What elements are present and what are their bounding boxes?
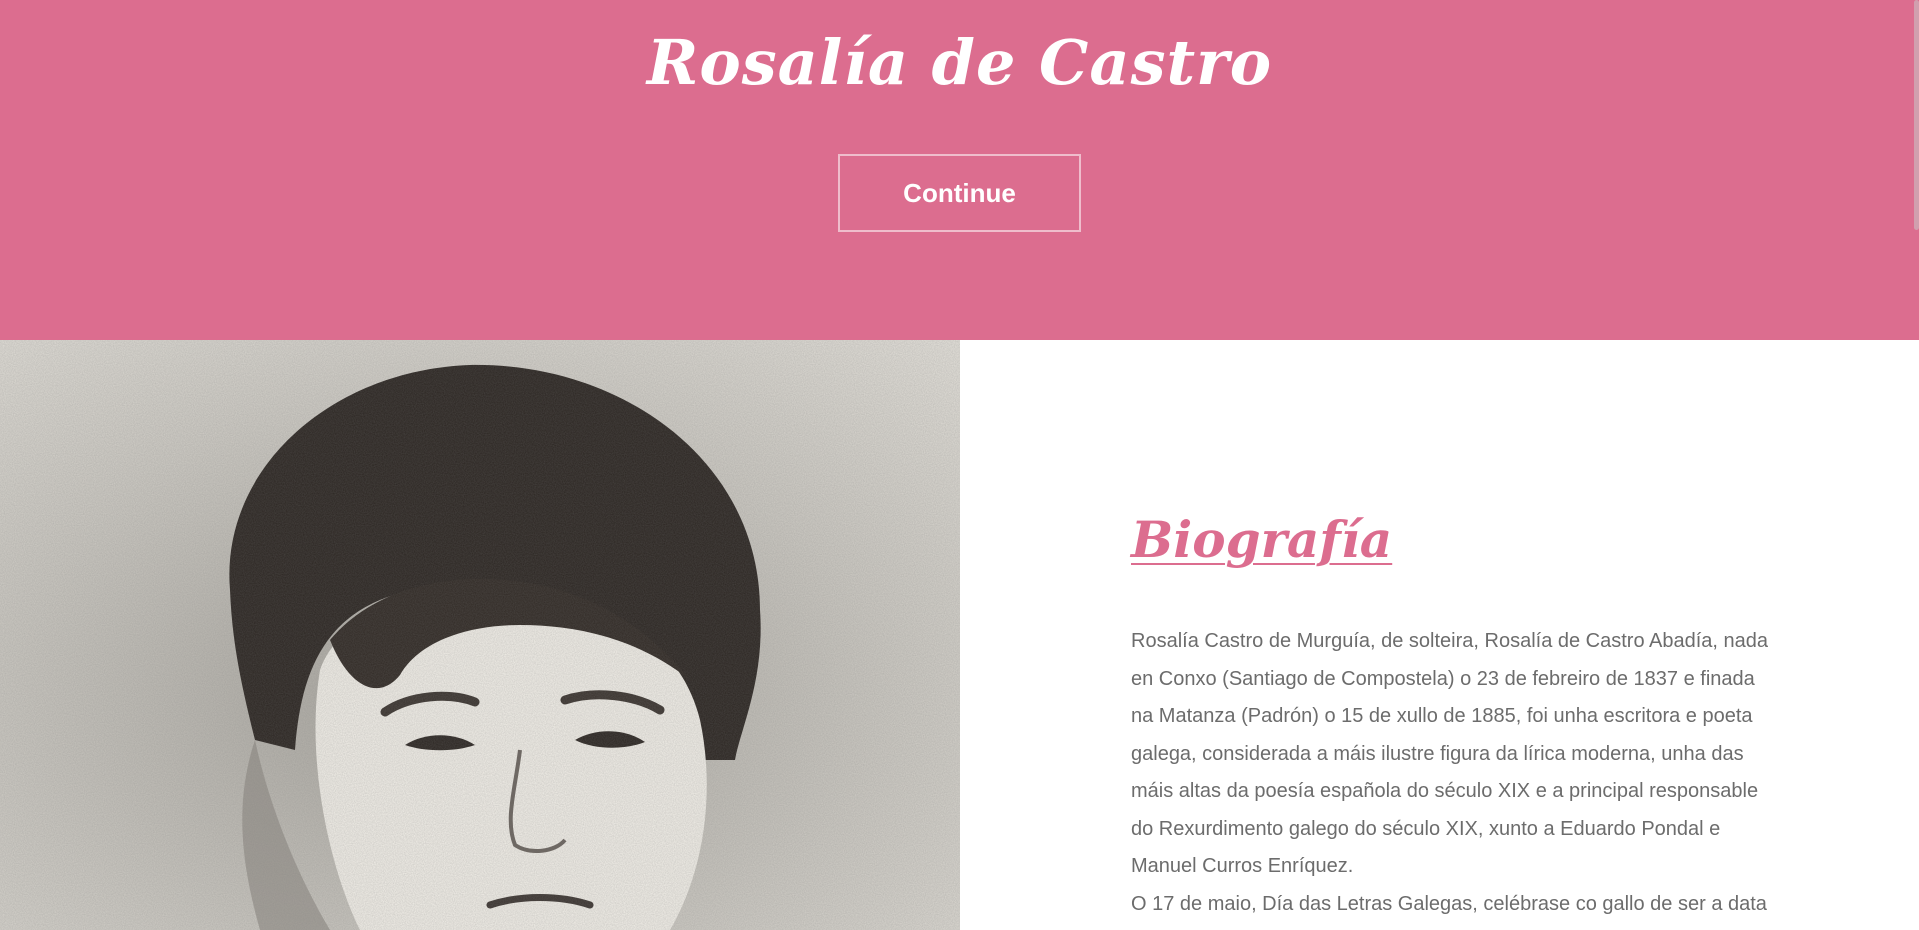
scrollbar-thumb[interactable] [1914,0,1919,230]
hero-banner: Rosalía de Castro Continue [0,0,1919,340]
site-title: Rosalía de Castro [646,26,1273,99]
biography-text: Rosalía Castro de Murguía, de solteira, … [1131,623,1771,923]
portrait-photo [0,340,960,930]
biography-section: Biografía Rosalía Castro de Murguía, de … [1131,505,1771,923]
section-heading: Biografía [1131,510,1393,569]
continue-button[interactable]: Continue [838,154,1081,232]
portrait-image [0,340,960,930]
biography-paragraph: O 17 de maio, Día das Letras Galegas, ce… [1131,892,1767,915]
biography-paragraph: Rosalía Castro de Murguía, de solteira, … [1131,630,1769,877]
